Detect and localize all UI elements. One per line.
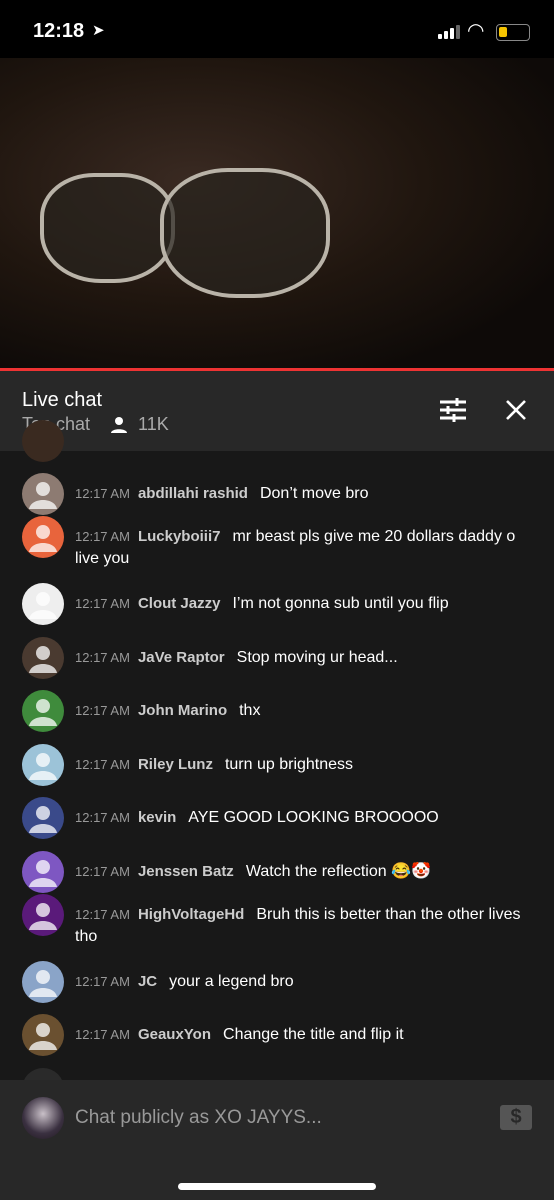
message-time: 12:17 AM [75,1027,130,1042]
message-author[interactable]: John Marino [138,702,227,719]
message-text: Change the title and flip it [223,1026,404,1043]
message-time: 12:17 AM [75,907,130,922]
avatar [22,961,64,1003]
message-author[interactable]: JaVe Raptor [138,649,225,666]
message-time: 12:17 AM [75,974,130,989]
message-author[interactable]: Luckyboiii7 [138,528,221,545]
person-icon [111,416,128,433]
avatar [22,516,64,558]
message-text: AYE GOOD LOOKING BROOOOO [188,809,439,826]
avatar [22,797,64,839]
message-time: 12:17 AM [75,864,130,879]
signal-icon [438,25,460,39]
message-author[interactable]: Clout Jazzy [138,595,221,612]
chat-input[interactable]: Chat publicly as XO JAYYS... [75,1107,322,1129]
video-player[interactable] [0,58,554,368]
message-author[interactable]: abdillahi rashid [138,485,248,502]
chat-title: Live chat [22,389,103,411]
close-button[interactable] [501,395,531,425]
avatar [22,1014,64,1056]
viewer-count: 11K [138,414,169,434]
message-time: 12:17 AM [75,596,130,611]
message-time: 12:17 AM [75,650,130,665]
message-time: 12:17 AM [75,810,130,825]
super-chat-button[interactable]: $ [500,1105,532,1130]
chat-input-bar: Chat publicly as XO JAYYS... $ [0,1080,554,1200]
avatar [22,894,64,936]
avatar [22,690,64,732]
avatar [22,637,64,679]
chat-header: Live chat Top chat 11K [0,371,554,451]
avatar [22,583,64,625]
message-text: turn up brightness [224,756,354,773]
message-text: Watch the reflection 😂🤡 [245,863,431,880]
message-author[interactable]: kevin [138,809,176,826]
filter-button[interactable] [438,395,468,425]
message-author[interactable]: JC [138,973,157,990]
user-avatar [22,1097,64,1139]
message-text: Stop moving ur head... [236,649,398,666]
clock: 12:18 [33,20,85,42]
message-time: 12:17 AM [75,529,130,544]
message-author[interactable]: GeauxYon [138,1026,211,1043]
wifi-icon: ◠ [467,20,485,42]
status-bar: 12:18 ➤ ◠ [0,0,554,58]
message-text: your a legend bro [169,973,294,990]
location-icon: ➤ [92,22,105,39]
message-author[interactable]: Jenssen Batz [138,863,234,880]
dollar-icon: $ [510,1106,522,1128]
message-text: I’m not gonna sub until you flip [232,595,449,612]
avatar [22,473,64,515]
message-text: thx [239,702,261,719]
message-time: 12:17 AM [75,757,130,772]
sliders-icon [440,398,466,422]
avatar [22,744,64,786]
message-text: Don’t move bro [259,485,369,502]
avatar [22,851,64,893]
message-time: 12:17 AM [75,486,130,501]
home-indicator[interactable] [178,1183,376,1190]
message-author[interactable]: Riley Lunz [138,756,213,773]
battery-icon [496,24,530,41]
close-icon [506,400,526,420]
message-author[interactable]: HighVoltageHd [138,906,244,923]
avatar [22,420,64,462]
message-time: 12:17 AM [75,703,130,718]
